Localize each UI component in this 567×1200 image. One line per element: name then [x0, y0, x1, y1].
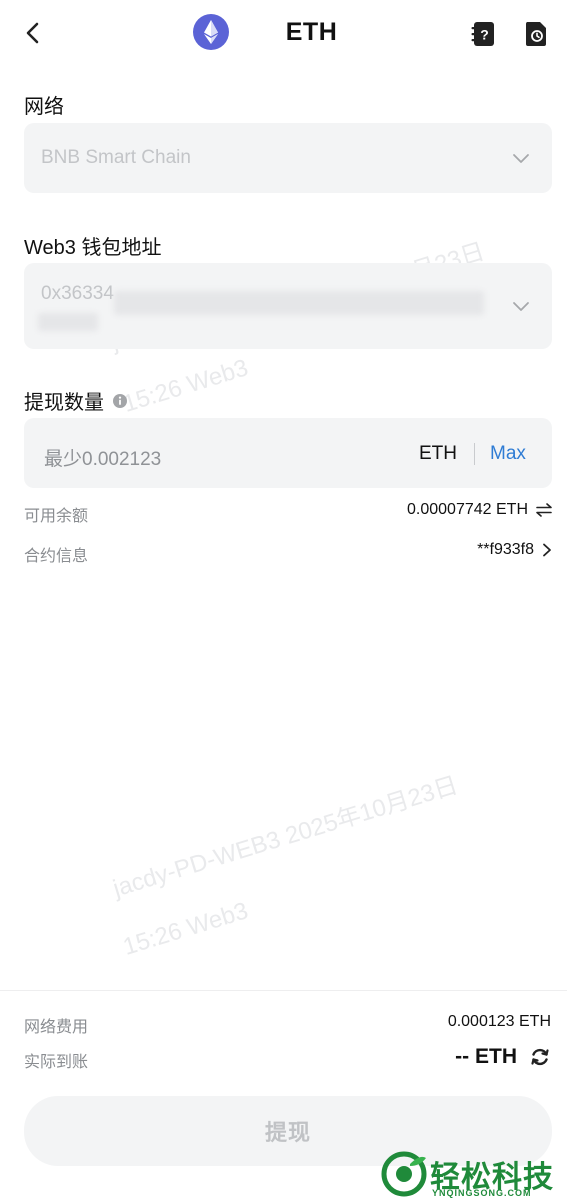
address-redacted-2 [38, 313, 98, 331]
amount-label: 提现数量 [24, 386, 128, 415]
brand-watermark: 轻松科技 YNQINGSONG.COM [380, 1150, 567, 1200]
svg-text:?: ? [480, 27, 489, 43]
swap-icon[interactable] [536, 503, 552, 517]
network-label: 网络 [24, 96, 64, 118]
watermark-mid-line2: 15:26 Web3 [120, 897, 252, 961]
available-balance-row: 可用余额 0.00007742 ETH [24, 500, 552, 526]
available-label: 可用余额 [24, 508, 89, 525]
help-doc-icon[interactable]: ? [470, 20, 498, 48]
receive-label: 实际到账 [24, 1054, 89, 1071]
brand-domain: YNQINGSONG.COM [432, 1188, 532, 1198]
brand-logo-icon [381, 1151, 427, 1197]
chevron-down-icon [513, 302, 529, 311]
address-label: Web3 钱包地址 [24, 237, 162, 259]
address-value: 0x36334 [41, 283, 114, 304]
amount-input[interactable]: 最少0.002123 ETH Max [24, 418, 552, 488]
contract-label: 合约信息 [24, 548, 89, 565]
top-bar: ETH ? [0, 0, 567, 68]
network-value: BNB Smart Chain [41, 147, 191, 168]
watermark-top-line2: 15:26 Web3 [120, 354, 252, 418]
history-doc-icon[interactable] [522, 20, 550, 48]
chevron-right-icon [542, 543, 552, 557]
address-select[interactable]: 0x36334 [24, 263, 552, 349]
watermark-mid-line1: jacdy-PD-WEB3 2025年10月23日 [110, 771, 462, 903]
available-value: 0.00007742 ETH [407, 501, 552, 519]
contract-value: **f933f8 [477, 541, 552, 559]
max-button[interactable]: Max [490, 443, 526, 465]
info-icon[interactable] [112, 393, 128, 409]
footer-divider [0, 990, 567, 991]
chevron-down-icon [513, 154, 529, 163]
contract-info-row[interactable]: 合约信息 **f933f8 [24, 540, 552, 566]
amount-unit: ETH [419, 443, 457, 464]
address-redacted [114, 291, 484, 315]
receive-value: -- ETH [455, 1045, 551, 1069]
network-fee-value: 0.000123 ETH [447, 1013, 551, 1030]
network-fee-label: 网络费用 [24, 1019, 89, 1036]
network-select[interactable]: BNB Smart Chain [24, 123, 552, 193]
amount-divider [474, 443, 475, 465]
refresh-icon[interactable] [529, 1046, 551, 1068]
withdraw-page: jacdy-PD-W 年10月23日 15:26 Web3 jacdy-PD-W… [0, 0, 567, 1200]
amount-placeholder: 最少0.002123 [44, 449, 162, 470]
